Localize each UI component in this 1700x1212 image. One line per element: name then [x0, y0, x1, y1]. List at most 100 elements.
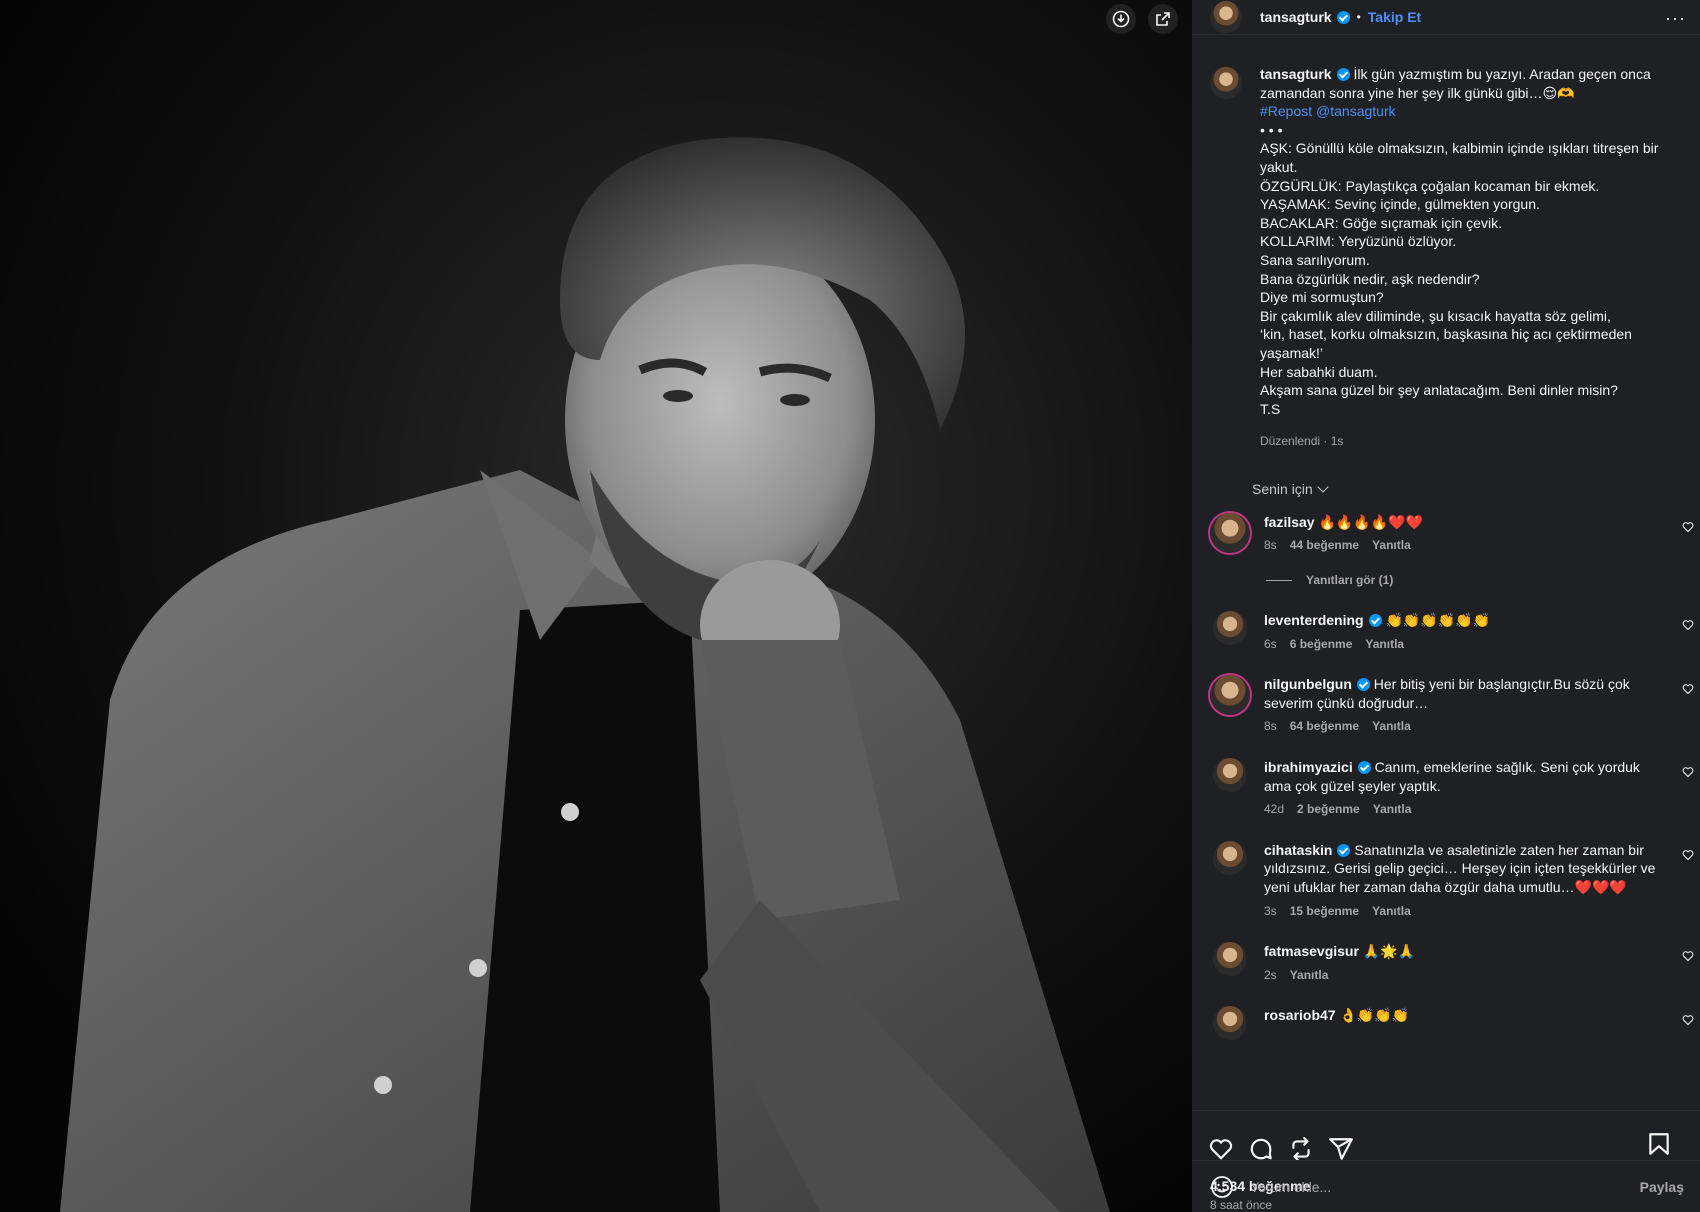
caption-line: AŞK: Gönüllü köle olmaksızın, kalbimin i… [1260, 140, 1659, 175]
comment-item: fazilsay 🔥🔥🔥🔥❤️❤️ 8s 44 beğenme Yanıtla [1192, 512, 1700, 555]
comments-scroll-area[interactable]: tansagturk İlk gün yazmıştım bu yazıyı. … [1192, 34, 1700, 1110]
heart-icon[interactable] [1682, 950, 1694, 962]
send-paper-plane-icon[interactable] [1328, 1136, 1354, 1162]
reply-button[interactable]: Yanıtla [1373, 800, 1412, 819]
separator-dot: • [1356, 10, 1361, 24]
comment-text-row: fazilsay 🔥🔥🔥🔥❤️❤️ [1264, 513, 1658, 532]
verified-badge-icon [1337, 843, 1351, 857]
reply-button[interactable]: Yanıtla [1372, 536, 1411, 555]
comment-input[interactable] [1250, 1178, 1640, 1195]
comment-item: nilgunbelgun Her bitiş yeni bir başlangı… [1192, 675, 1700, 736]
commenter-avatar[interactable] [1213, 758, 1247, 793]
post-viewer: tansagturk • Takip Et ··· tansagturk İlk… [0, 0, 1700, 1212]
comment-text: 👏👏👏👏👏👏 [1385, 612, 1491, 629]
comment-likes[interactable]: 6 beğenme [1290, 635, 1353, 654]
caption-line: Diye mi sormuştun? [1260, 289, 1384, 306]
comment-body: fatmasevgisur 🙏🌟🙏 2s Yanıtla [1264, 942, 1684, 984]
commenter-avatar[interactable] [1210, 512, 1250, 553]
commenter-avatar[interactable] [1213, 1006, 1247, 1041]
view-replies-label: Yanıtları gör (1) [1306, 573, 1394, 588]
commenter-username[interactable]: leventerdening [1264, 612, 1364, 628]
caption-line: Sana sarılıyorum. [1260, 251, 1370, 268]
comment-item: fatmasevgisur 🙏🌟🙏 2s Yanıtla [1192, 942, 1700, 984]
comment-body: nilgunbelgun Her bitiş yeni bir başlangı… [1264, 675, 1684, 736]
comment-bubble-icon[interactable] [1248, 1136, 1274, 1162]
verified-badge-icon [1356, 678, 1370, 692]
comment-meta: 6s 6 beğenme Yanıtla [1264, 635, 1658, 654]
post-header: tansagturk • Takip Et ··· [1192, 0, 1700, 34]
reply-button[interactable]: Yanıtla [1365, 635, 1404, 654]
comment-likes[interactable]: 44 beğenme [1290, 536, 1359, 555]
comment-sort-dropdown[interactable]: Senin için [1192, 451, 1700, 497]
comment-text: 🙏🌟🙏 [1362, 943, 1416, 960]
comment-item: ibrahimyazici Canım, emeklerine sağlık. … [1192, 758, 1700, 819]
post-media[interactable] [0, 0, 1192, 1212]
comment-likes[interactable]: 15 beğenme [1290, 902, 1359, 921]
comment-body: rosariob47 👌👏👏👏 [1264, 1006, 1684, 1040]
commenter-avatar[interactable] [1213, 611, 1247, 646]
commenter-avatar[interactable] [1213, 942, 1247, 977]
comment-likes[interactable]: 64 beğenme [1290, 717, 1359, 736]
post-caption: tansagturk İlk gün yazmıştım bu yazıyı. … [1192, 35, 1700, 451]
comment-body: leventerdening 👏👏👏👏👏👏 6s 6 beğenme Yanıt… [1264, 611, 1684, 653]
post-comment-button[interactable]: Paylaş [1640, 1179, 1684, 1195]
caption-line: BACAKLAR: Göğe sıçramak için çevik. [1260, 214, 1502, 231]
comment-likes[interactable]: 2 beğenme [1297, 800, 1360, 819]
share-external-icon [1156, 12, 1170, 26]
replies-divider [1266, 579, 1292, 581]
heart-icon[interactable] [1682, 1014, 1694, 1026]
author-avatar[interactable] [1210, 1, 1242, 33]
comment-text: 🔥🔥🔥🔥❤️❤️ [1318, 513, 1424, 530]
author-username[interactable]: tansagturk [1260, 9, 1332, 25]
comment-item: rosariob47 👌👏👏👏 [1192, 1006, 1700, 1041]
verified-badge-icon [1368, 614, 1382, 628]
comment-meta: 8s 44 beğenme Yanıtla [1264, 536, 1658, 555]
comment-item: leventerdening 👏👏👏👏👏👏 6s 6 beğenme Yanıt… [1192, 611, 1700, 653]
repost-icon[interactable] [1288, 1136, 1314, 1162]
commenter-username[interactable]: ibrahimyazici [1264, 759, 1353, 775]
download-button[interactable] [1106, 4, 1136, 34]
comment-text-row: fatmasevgisur 🙏🌟🙏 [1264, 942, 1658, 961]
commenter-username[interactable]: cihataskin [1264, 842, 1332, 858]
emoji-icon[interactable] [1210, 1175, 1234, 1199]
heart-icon[interactable] [1682, 766, 1694, 778]
heart-icon[interactable] [1682, 683, 1694, 695]
commenter-username[interactable]: fazilsay [1264, 514, 1315, 530]
caption-line: • • • [1260, 121, 1283, 138]
caption-edited-time: Düzenlendi · 1s [1260, 434, 1344, 449]
caption-line: Bir çakımlık alev diliminde, şu kısacık … [1260, 307, 1611, 324]
comment-composer: Paylaş [1192, 1160, 1700, 1212]
caption-author-username[interactable]: tansagturk [1260, 66, 1332, 82]
view-replies-button[interactable]: Yanıtları gör (1) [1266, 573, 1700, 587]
caption-author-avatar[interactable] [1210, 67, 1242, 99]
comment-meta: 8s 64 beğenme Yanıtla [1264, 717, 1658, 736]
follow-button[interactable]: Takip Et [1368, 9, 1421, 25]
heart-icon[interactable] [1682, 849, 1694, 861]
like-heart-icon[interactable] [1208, 1136, 1234, 1162]
heart-icon[interactable] [1682, 619, 1694, 631]
commenter-username[interactable]: fatmasevgisur [1264, 943, 1359, 959]
download-icon [1112, 10, 1130, 28]
reply-button[interactable]: Yanıtla [1372, 717, 1411, 736]
caption-hashtag-mention[interactable]: #Repost @tansagturk [1260, 102, 1684, 121]
chevron-down-icon [1317, 481, 1329, 493]
comment-sort-label: Senin için [1252, 480, 1313, 497]
reply-button[interactable]: Yanıtla [1290, 966, 1329, 985]
comment-age: 2s [1264, 967, 1277, 982]
share-external-button[interactable] [1148, 4, 1178, 34]
commenter-username[interactable]: rosariob47 [1264, 1007, 1336, 1023]
comment-text-row: leventerdening 👏👏👏👏👏👏 [1264, 611, 1658, 630]
more-options-icon[interactable]: ··· [1665, 8, 1686, 29]
commenter-avatar[interactable] [1213, 840, 1247, 875]
save-bookmark-icon[interactable] [1646, 1131, 1672, 1157]
comment-age: 3s [1264, 903, 1277, 918]
commenter-username[interactable]: nilgunbelgun [1264, 676, 1352, 692]
caption-line: Akşam sana güzel bir şey anlatacağım. Be… [1260, 382, 1618, 399]
reply-button[interactable]: Yanıtla [1372, 902, 1411, 921]
commenter-avatar[interactable] [1210, 675, 1250, 716]
caption-line: ÖZGÜRLÜK: Paylaştıkça çoğalan kocaman bi… [1260, 177, 1600, 194]
heart-icon[interactable] [1682, 521, 1694, 533]
comment-age: 6s [1264, 636, 1277, 651]
comment-item: cihataskin Sanatınızla ve asaletinizle z… [1192, 840, 1700, 921]
media-actions [1106, 4, 1178, 34]
